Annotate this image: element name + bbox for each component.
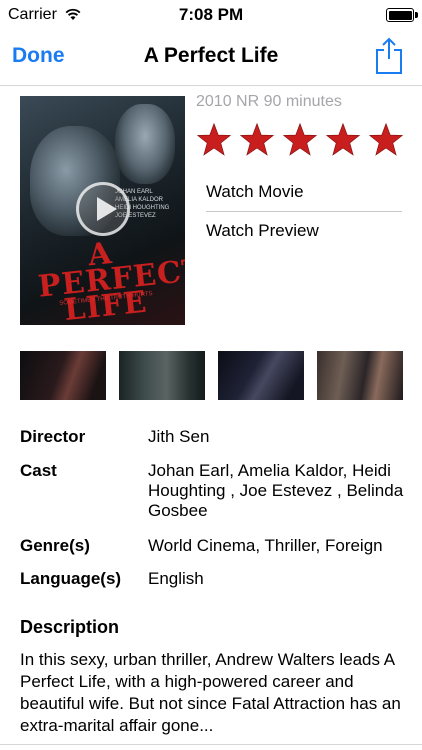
screenshot-thumbnail[interactable] xyxy=(218,351,304,400)
genre-value: World Cinema, Thriller, Foreign xyxy=(148,536,383,555)
divider xyxy=(0,744,422,745)
screenshot-thumbnail[interactable] xyxy=(317,351,403,400)
watch-movie-button[interactable]: Watch Movie xyxy=(206,182,304,202)
movie-meta: 2010 NR 90 minutes xyxy=(196,93,342,110)
star-icon xyxy=(196,122,232,156)
description-text[interactable]: In this sexy, urban thriller, Andrew Wal… xyxy=(20,649,410,737)
play-icon xyxy=(97,197,117,221)
cast-value: Johan Earl, Amelia Kaldor, Heidi Houghti… xyxy=(148,461,404,520)
genre-label: Genre(s) xyxy=(20,536,90,555)
star-icon xyxy=(368,122,404,156)
screenshot-thumbnail[interactable] xyxy=(119,351,205,400)
screenshot-thumbnail[interactable] xyxy=(20,351,106,400)
watch-preview-button[interactable]: Watch Preview xyxy=(206,221,319,241)
rating-stars xyxy=(196,122,404,158)
poster-actress-image xyxy=(115,104,175,184)
description-heading: Description xyxy=(20,617,120,637)
director-value: Jith Sen xyxy=(148,427,210,446)
status-time: 7:08 PM xyxy=(178,5,244,24)
done-button[interactable]: Done xyxy=(12,44,65,68)
director-label: Director xyxy=(20,427,86,446)
battery-icon xyxy=(386,8,418,22)
divider xyxy=(206,211,402,212)
screenshot-strip xyxy=(20,351,403,400)
navigation-bar: Done A Perfect Life xyxy=(0,30,422,86)
poster-title-text: A PERFECT LIFE xyxy=(36,235,185,325)
language-value: English xyxy=(148,569,204,588)
language-label: Language(s) xyxy=(20,569,122,588)
status-bar: Carrier 7:08 PM xyxy=(0,0,422,30)
share-icon[interactable] xyxy=(374,37,404,75)
play-button[interactable] xyxy=(76,182,130,236)
star-icon xyxy=(239,122,275,156)
movie-poster[interactable]: JOHAN EARL AMELIA KALDOR HEIDI HOUGHTING… xyxy=(20,96,185,325)
cast-label: Cast xyxy=(20,461,57,480)
star-icon xyxy=(282,122,318,156)
star-icon xyxy=(325,122,361,156)
